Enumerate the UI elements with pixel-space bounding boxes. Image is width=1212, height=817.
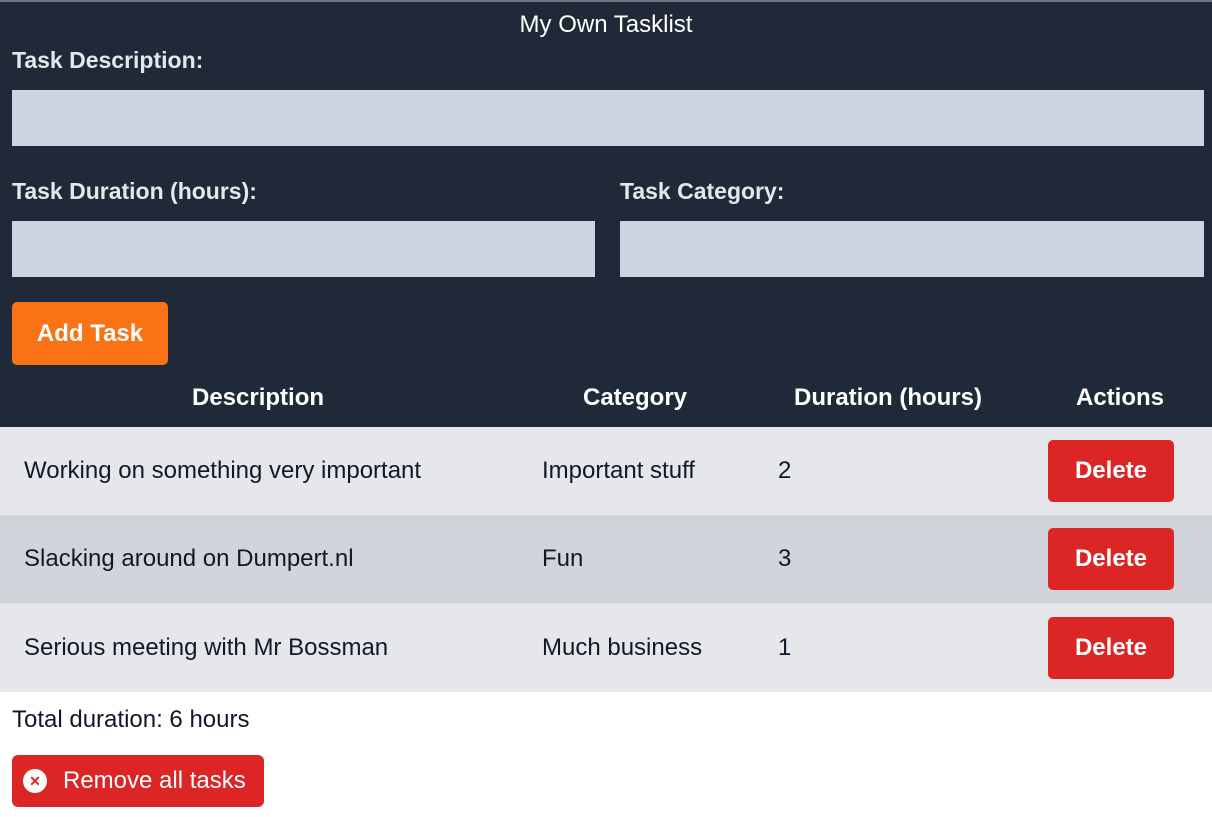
column-header-duration: Duration (hours) — [794, 384, 982, 411]
column-header-description: Description — [191, 384, 325, 411]
task-category-input[interactable] — [620, 221, 1204, 277]
add-task-button[interactable]: Add Task — [12, 302, 168, 365]
task-description-cell: Slacking around on Dumpert.nl — [24, 545, 354, 572]
delete-task-button[interactable]: Delete — [1048, 528, 1174, 590]
task-description-input[interactable] — [12, 90, 1204, 146]
task-description-cell: Serious meeting with Mr Bossman — [24, 633, 389, 661]
task-form-panel: My Own Tasklist Task Description: Task D… — [0, 2, 1212, 427]
delete-task-button[interactable]: Delete — [1048, 617, 1174, 679]
task-duration-cell: 3 — [778, 545, 792, 572]
x-circle-icon: ✕ — [23, 769, 47, 793]
task-category-label: Task Category: — [620, 178, 785, 204]
column-header-category: Category — [582, 384, 688, 411]
task-duration-label: Task Duration (hours): — [12, 178, 257, 204]
task-duration-input[interactable] — [12, 221, 595, 277]
table-row: Slacking around on Dumpert.nl Fun 3 Dele… — [0, 515, 1212, 603]
task-description-label: Task Description: — [12, 47, 204, 73]
task-category-cell: Fun — [542, 545, 584, 572]
task-category-cell: Much business — [542, 633, 703, 661]
total-duration-text: Total duration: 6 hours — [12, 706, 250, 733]
delete-task-button[interactable]: Delete — [1048, 440, 1174, 502]
remove-all-tasks-button[interactable]: ✕ Remove all tasks — [12, 755, 264, 807]
remove-all-tasks-label: Remove all tasks — [63, 767, 246, 794]
task-description-cell: Working on something very important — [24, 457, 422, 484]
task-duration-cell: 2 — [778, 457, 792, 484]
task-category-cell: Important stuff — [542, 457, 695, 484]
column-header-actions: Actions — [1075, 384, 1164, 411]
table-row: Working on something very important Impo… — [0, 427, 1212, 515]
task-duration-cell: 1 — [778, 633, 792, 661]
app-title: My Own Tasklist — [519, 11, 693, 38]
table-row: Serious meeting with Mr Bossman Much bus… — [0, 603, 1212, 692]
